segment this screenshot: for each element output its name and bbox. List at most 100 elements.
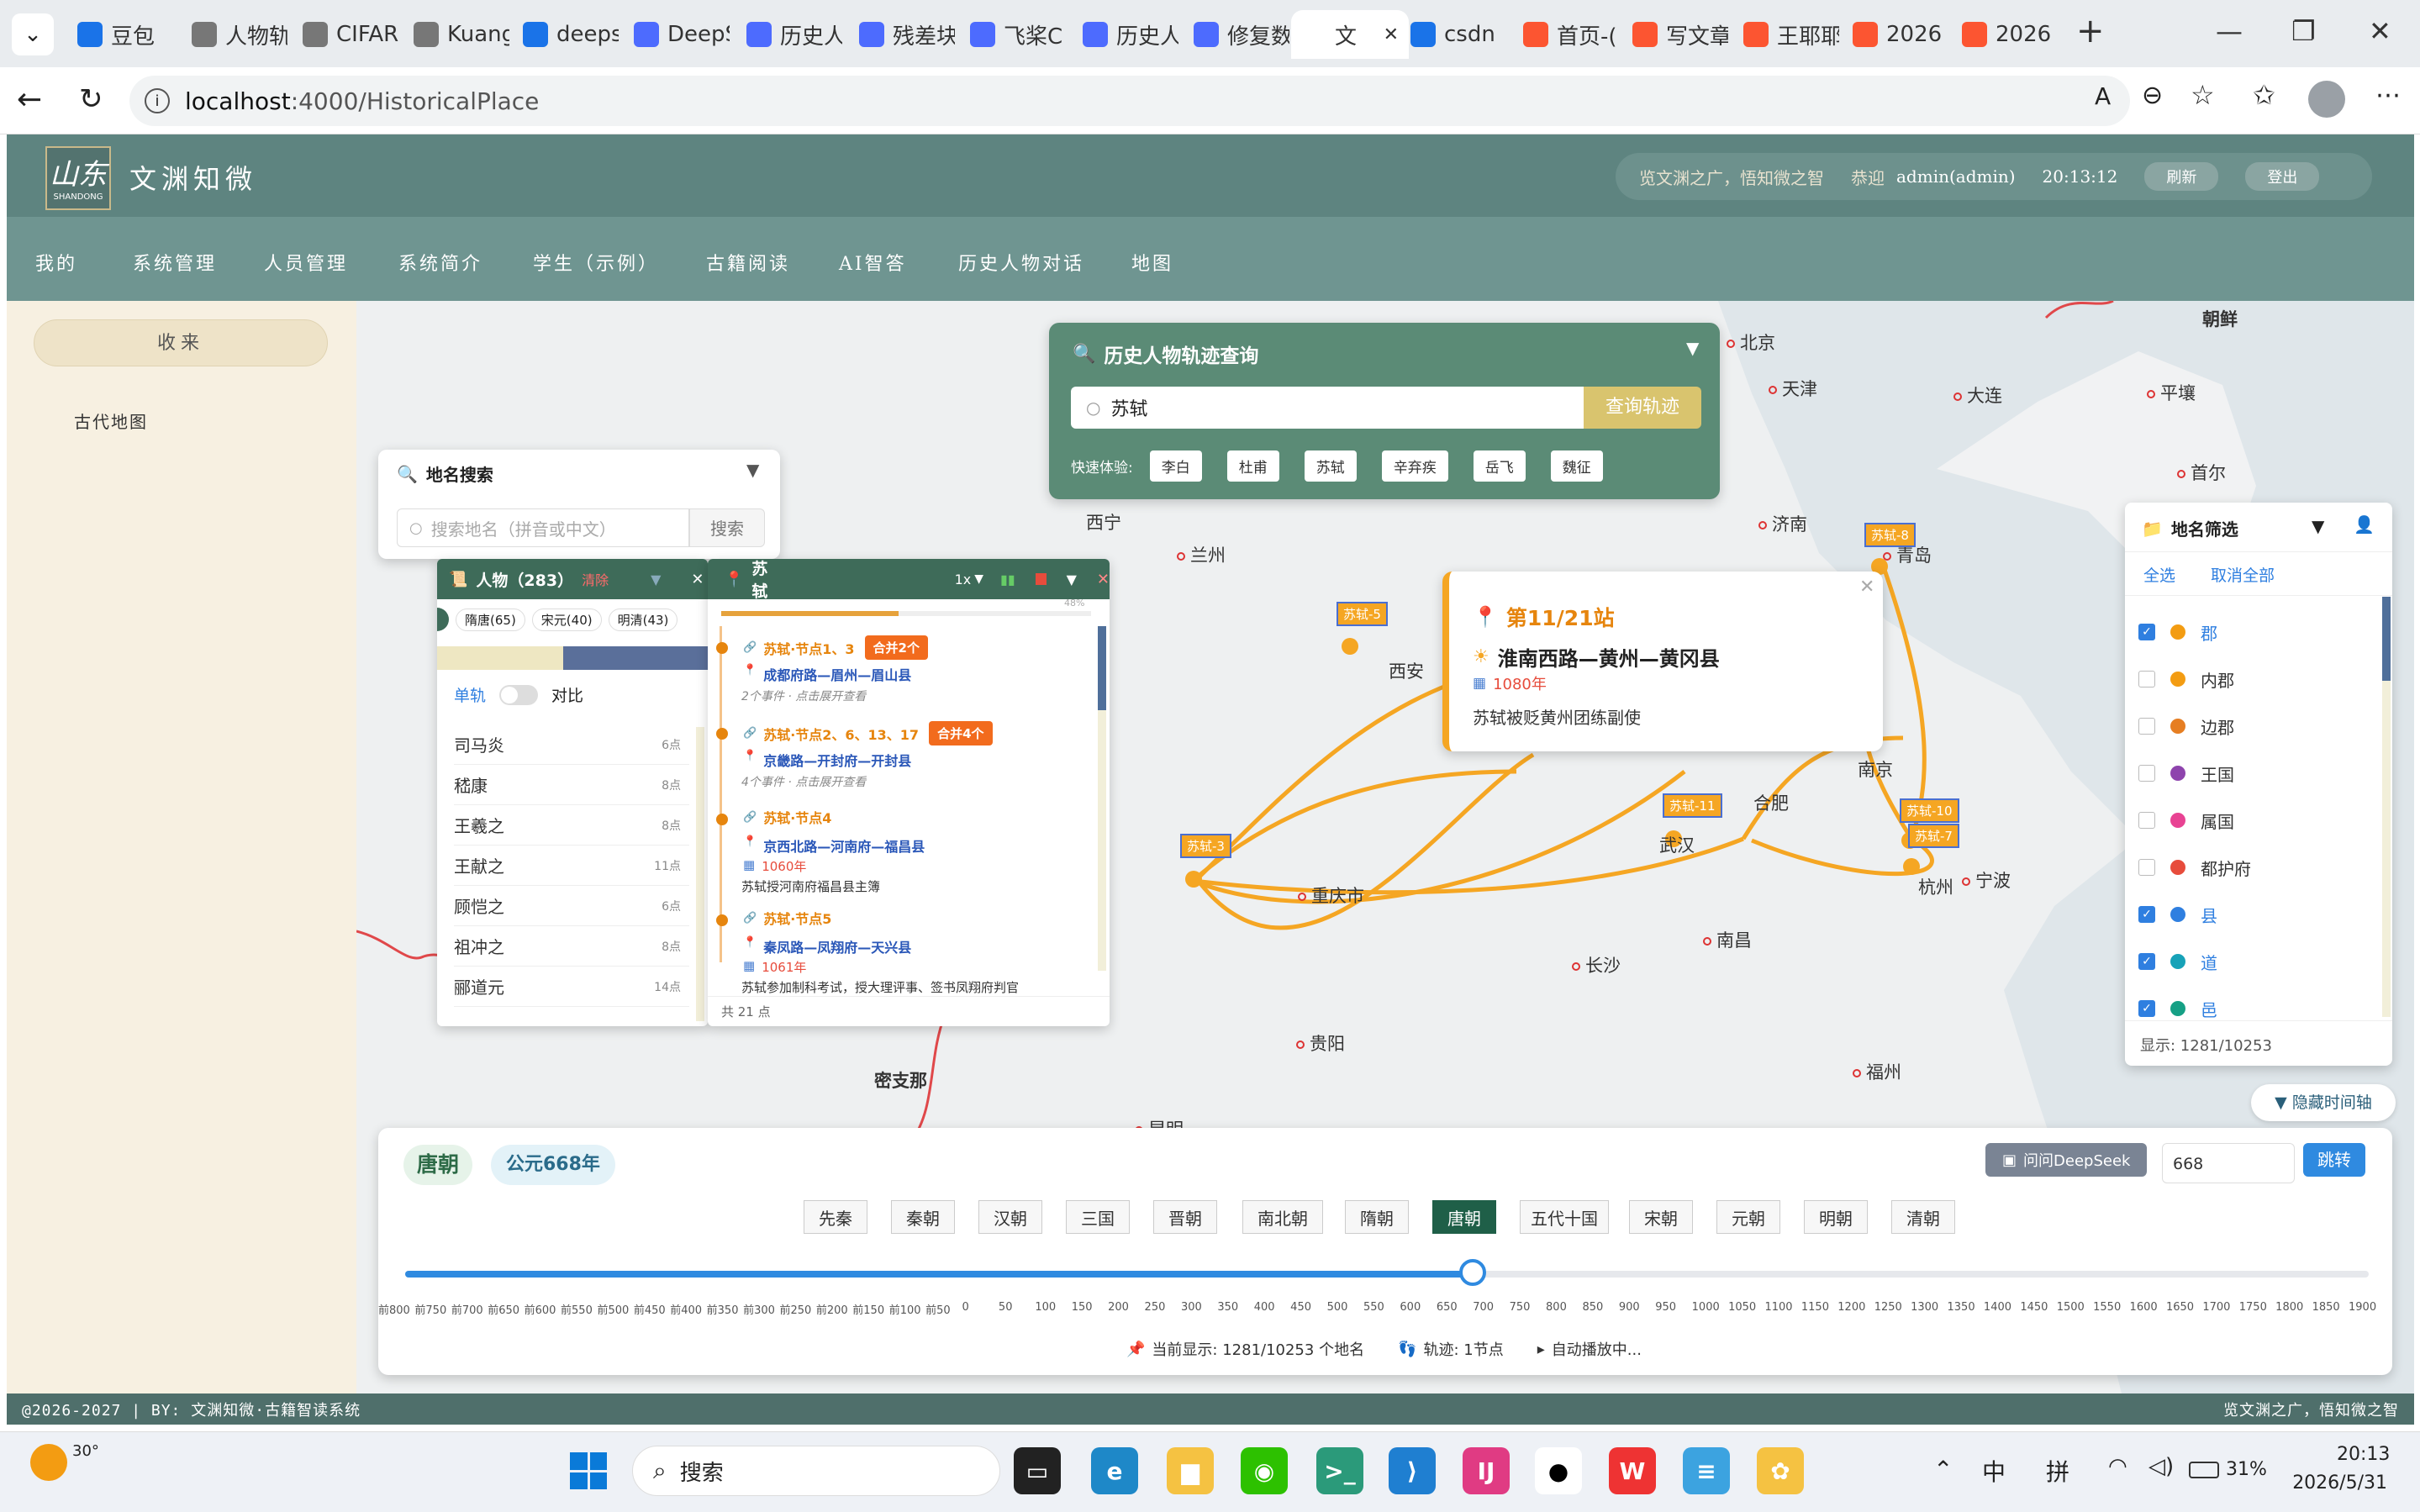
person-list-item[interactable]: 嵇康 8点: [454, 765, 689, 805]
checkbox[interactable]: [2138, 718, 2155, 735]
dynasty-button[interactable]: 清朝: [1891, 1200, 1955, 1234]
year-input[interactable]: 668: [2162, 1143, 2295, 1183]
track-marker-3[interactable]: 苏轼-3: [1180, 834, 1231, 858]
dynasty-button[interactable]: 宋朝: [1629, 1200, 1693, 1234]
dynasty-chip-prev[interactable]: [437, 608, 449, 631]
nav-item[interactable]: AI智答: [839, 249, 907, 276]
checkbox[interactable]: ✓: [2138, 953, 2155, 970]
track-query-input[interactable]: ○ 苏轼: [1071, 387, 1584, 429]
city-myitkyina[interactable]: 密支那: [874, 1067, 927, 1093]
place-search-input[interactable]: ○ 搜索地名（拼音或中文）: [397, 508, 689, 547]
browser-tab[interactable]: Kuang: [403, 10, 509, 59]
city-hefei[interactable]: 合肥: [1753, 790, 1789, 815]
city-xining[interactable]: 西宁: [1086, 509, 1121, 535]
dynasty-button[interactable]: 隋朝: [1345, 1200, 1409, 1234]
quick-person-button[interactable]: 魏征: [1550, 450, 1603, 482]
checkbox[interactable]: [2138, 671, 2155, 688]
track-node-note[interactable]: 2个事件 · 点击展开查看: [741, 688, 866, 704]
browser-tab[interactable]: 残差块: [849, 10, 955, 59]
checkbox[interactable]: ✓: [2138, 624, 2155, 640]
intellij-icon[interactable]: IJ: [1463, 1447, 1510, 1494]
track-marker-5[interactable]: 苏轼-5: [1337, 602, 1388, 626]
city-wuhan[interactable]: 武汉: [1659, 832, 1695, 857]
filter-item[interactable]: 王国: [2138, 756, 2234, 790]
city-guiyang[interactable]: 贵阳: [1296, 1030, 1345, 1056]
ime-lang[interactable]: 中: [1982, 1454, 2006, 1488]
track-list-scrollbar[interactable]: [1098, 626, 1106, 710]
close-window-icon[interactable]: ✕: [2369, 15, 2391, 47]
checkbox[interactable]: [2138, 812, 2155, 829]
city-nanjing[interactable]: 南京: [1858, 756, 1893, 782]
filter-item[interactable]: ✓ 郡: [2138, 615, 2217, 649]
jump-button[interactable]: 跳转: [2303, 1143, 2365, 1177]
filter-item[interactable]: 属国: [2138, 803, 2234, 837]
collapse-icon[interactable]: ▼: [746, 460, 759, 480]
browser-tab[interactable]: 豆包: [67, 10, 173, 59]
person-list-item[interactable]: 王献之 11点: [454, 846, 689, 886]
browser-tab[interactable]: 写文章: [1622, 10, 1728, 59]
city-hangzhou[interactable]: 杭州: [1918, 874, 1953, 899]
city-ningbo[interactable]: 宁波: [1962, 867, 2011, 893]
taskbar-search[interactable]: ⌕ 搜索: [632, 1446, 1000, 1496]
back-icon[interactable]: ←: [17, 82, 42, 117]
translate-icon[interactable]: A: [2095, 82, 2111, 110]
nav-item[interactable]: 历史人物对话: [958, 249, 1084, 276]
track-marker-11[interactable]: 苏轼-11: [1663, 793, 1722, 818]
quick-person-button[interactable]: 苏轼: [1304, 450, 1357, 482]
dynasty-button[interactable]: 汉朝: [978, 1200, 1042, 1234]
quick-person-button[interactable]: 李白: [1149, 450, 1202, 482]
panda-app-icon[interactable]: ●: [1535, 1447, 1582, 1494]
reload-icon[interactable]: ↻: [79, 82, 103, 116]
city-changsha[interactable]: 长沙: [1572, 952, 1621, 977]
query-track-button[interactable]: 查询轨迹: [1584, 387, 1701, 429]
dynasty-button[interactable]: 明朝: [1804, 1200, 1868, 1234]
collapse-icon[interactable]: ▼: [1067, 572, 1077, 587]
dynasty-button[interactable]: 南北朝: [1242, 1200, 1323, 1234]
filter-icon[interactable]: ▼: [651, 572, 661, 587]
user-icon[interactable]: 👤: [2354, 514, 2375, 535]
filter-item[interactable]: 内郡: [2138, 662, 2234, 696]
merge-badge[interactable]: 合并2个: [864, 635, 928, 660]
track-marker-10[interactable]: 苏轼-10: [1900, 798, 1959, 823]
edge-icon[interactable]: e: [1091, 1447, 1138, 1494]
nav-item[interactable]: 人员管理: [264, 249, 348, 276]
city-dalian[interactable]: 大连: [1953, 382, 2002, 408]
logout-button[interactable]: 登出: [2245, 162, 2320, 191]
city-nanchang[interactable]: 南昌: [1703, 927, 1752, 952]
collapse-icon[interactable]: ▼: [1686, 338, 1699, 358]
city-fuzhou[interactable]: 福州: [1853, 1059, 1901, 1084]
clear-button[interactable]: 清除: [582, 569, 609, 589]
browser-tab[interactable]: 2026: [1952, 10, 2058, 59]
ime-mode[interactable]: 拼: [2046, 1454, 2069, 1488]
filter-item[interactable]: ✓ 县: [2138, 898, 2217, 931]
site-info-icon[interactable]: i: [145, 88, 170, 113]
select-all-button[interactable]: 全选: [2143, 563, 2175, 586]
more-menu-icon[interactable]: ⋯: [2375, 81, 2401, 110]
person-list-item[interactable]: 王羲之 8点: [454, 805, 689, 846]
person-list-item[interactable]: 司马炎 6点: [454, 724, 689, 765]
dynasty-button[interactable]: 三国: [1066, 1200, 1130, 1234]
timeline-slider-thumb[interactable]: [1459, 1259, 1487, 1286]
browser-app-icon[interactable]: ✿: [1757, 1447, 1804, 1494]
city-beijing[interactable]: 北京: [1727, 329, 1775, 355]
track-node-header[interactable]: 🔗 苏轼·节点2、6、13、17 合并4个: [743, 721, 993, 745]
close-icon[interactable]: ✕: [1097, 571, 1110, 588]
checkbox[interactable]: ✓: [2138, 1000, 2155, 1017]
hide-timeline-button[interactable]: ▼ 隐藏时间轴: [2251, 1084, 2396, 1121]
browser-tab[interactable]: 王耶耶: [1733, 10, 1839, 59]
browser-tab[interactable]: 文 ✕: [1291, 10, 1409, 59]
track-marker-8[interactable]: 苏轼-8: [1864, 523, 1916, 547]
browser-tab[interactable]: 历史人: [1073, 10, 1178, 59]
nav-item[interactable]: 系统简介: [398, 249, 482, 276]
speed-select[interactable]: 1x: [955, 572, 972, 587]
browser-tab[interactable]: 修复数: [1184, 10, 1289, 59]
notepad-icon[interactable]: ≡: [1683, 1447, 1730, 1494]
person-list-item[interactable]: 郦道元 14点: [454, 967, 689, 1007]
timeline-slider-track[interactable]: [405, 1271, 2369, 1278]
browser-tab[interactable]: 飞桨C: [960, 10, 1066, 59]
filter-item[interactable]: ✓ 邑: [2138, 992, 2217, 1025]
dynasty-chip[interactable]: 宋元(40): [531, 608, 602, 631]
track-node-header[interactable]: 🔗 苏轼·节点1、3 合并2个: [743, 635, 928, 660]
url-field[interactable]: i localhost:4000/HistoricalPlace: [129, 76, 2130, 126]
ask-deepseek-button[interactable]: ▣ 问问DeepSeek: [1985, 1143, 2148, 1177]
